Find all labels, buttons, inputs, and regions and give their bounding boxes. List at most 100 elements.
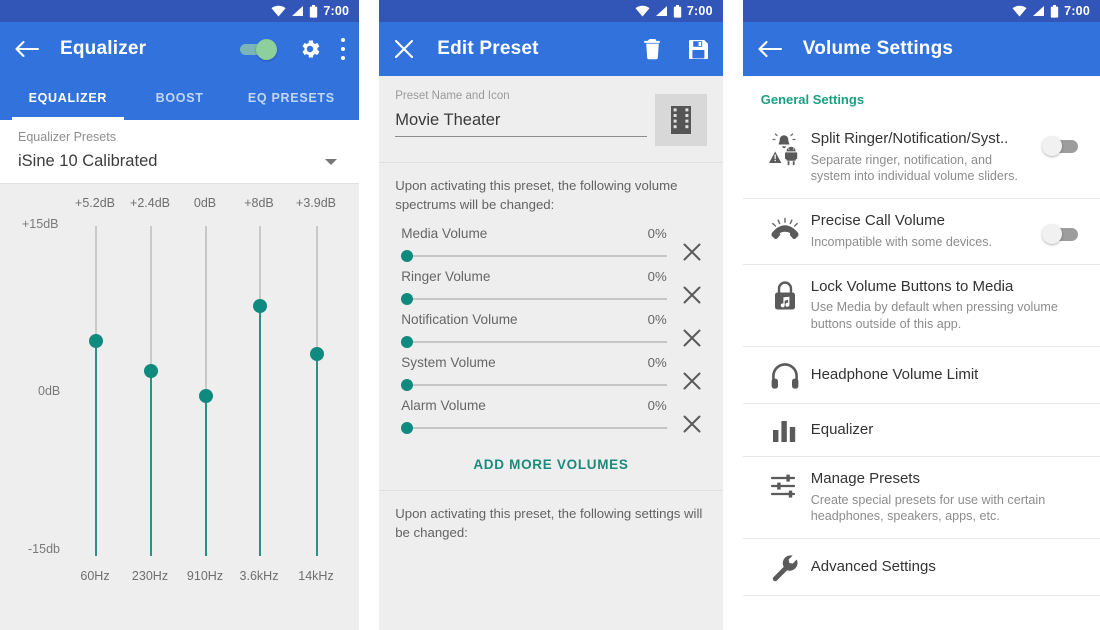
add-more-volumes-button[interactable]: ADD MORE VOLUMES [379,441,723,491]
app-bar-equalizer: Equalizer [0,22,360,76]
app-bar-volume-settings: Volume Settings [742,22,1100,76]
slider-thumb[interactable] [199,389,213,403]
status-bar-1: 7:00 [0,0,360,22]
close-icon[interactable] [393,38,415,60]
slider-track [401,298,667,301]
status-bar-3: 7:00 [742,0,1100,22]
slider-thumb[interactable] [401,336,414,349]
tab-bar: EQUALIZER BOOST EQ PRESETS [0,76,360,120]
volume-main: Media Volume 0% [401,226,675,263]
volume-label: System Volume [401,355,496,371]
volume-row-media: Media Volume 0% [379,222,723,265]
chevron-down-icon[interactable] [325,158,338,165]
slider-thumb[interactable] [253,299,267,313]
slider-fill [316,354,318,556]
tab-boost[interactable]: BOOST [124,76,236,120]
app-bar-edit-preset: Edit Preset [379,22,723,76]
equalizer-power-toggle[interactable] [238,38,282,60]
volume-main: Ringer Volume 0% [401,269,675,306]
screenshot-root: 7:00 Equalizer EQUALIZER BOOST EQ PRESET… [0,0,1100,630]
tab-equalizer[interactable]: EQUALIZER [12,76,124,120]
volume-slider[interactable] [401,292,667,306]
sliders-icon [759,470,811,500]
panel-gap-2 [722,0,743,630]
slider-thumb[interactable] [310,347,324,361]
remove-volume-icon[interactable] [675,226,709,262]
volume-header: Alarm Volume 0% [401,398,675,413]
settings-change-description: Upon activating this preset, the followi… [379,491,723,553]
save-icon[interactable] [688,39,709,60]
status-time: 7:00 [686,3,713,18]
slider-track [401,427,667,430]
headphones-icon [759,360,811,390]
trash-icon[interactable] [643,38,662,60]
panel-gap-1 [359,0,380,630]
volume-slider[interactable] [401,378,667,392]
volume-percent: 0% [647,355,667,371]
preset-selector-row[interactable]: iSine 10 Calibrated [18,152,341,171]
remove-volume-icon[interactable] [675,269,709,305]
equalizer-chart: +5.2dB +2.4dB 0dB +8dB +3.9dB +15dB 0dB … [0,184,360,628]
settings-list: General Settings Split Ringer/Notificati… [742,76,1100,630]
split-ringer-toggle[interactable] [1040,136,1082,156]
page-title: Volume Settings [802,38,954,59]
setting-subtitle: Incompatible with some devices. [810,234,993,249]
setting-text: Manage Presets Create special presets fo… [811,470,1086,525]
setting-title: Manage Presets [810,469,920,487]
preset-selector-label: Equalizer Presets [18,130,116,144]
slider-fill [205,396,207,556]
freq-label-60hz: 60Hz [80,569,110,583]
film-strip-icon[interactable] [654,94,707,146]
back-arrow-icon[interactable] [757,36,783,62]
band-value-230hz: +2.4dB [130,196,170,210]
slider-thumb[interactable] [401,379,414,392]
remove-volume-icon[interactable] [675,355,709,391]
gear-icon[interactable] [298,37,322,61]
divider [742,595,1100,597]
slider-thumb[interactable] [401,250,414,263]
slider-thumb[interactable] [401,422,414,435]
setting-title: Precise Call Volume [810,212,945,230]
back-arrow-icon[interactable] [14,36,40,62]
setting-equalizer[interactable]: Equalizer [743,404,1100,456]
freq-label-230hz: 230Hz [131,569,169,583]
kebab-menu-icon[interactable] [340,38,345,60]
battery-icon [309,4,318,18]
status-time: 7:00 [323,3,350,18]
setting-manage-presets[interactable]: Manage Presets Create special presets fo… [743,457,1100,538]
panel-edit-preset: 7:00 Edit Preset Preset Name and Icon Mo… [379,0,723,630]
remove-volume-icon[interactable] [675,398,709,434]
precise-call-volume-toggle[interactable] [1040,224,1082,245]
volume-slider[interactable] [401,335,667,349]
setting-precise-call-volume[interactable]: Precise Call Volume Incompatible with so… [743,199,1100,263]
volume-percent: 0% [647,398,667,414]
preset-name-input[interactable]: Movie Theater [395,111,648,137]
preset-name-block: Preset Name and Icon Movie Theater [379,76,723,162]
setting-headphone-volume-limit[interactable]: Headphone Volume Limit [743,347,1100,403]
volume-slider[interactable] [401,421,667,435]
setting-text: Equalizer [811,421,1086,440]
setting-subtitle: Separate ringer, notification, and syste… [810,152,1018,184]
slider-thumb[interactable] [401,293,414,306]
split-ringer-icon [759,130,811,166]
toggle-thumb [256,39,278,60]
volume-main: System Volume 0% [401,355,675,392]
volume-label: Notification Volume [401,312,518,328]
setting-subtitle: Create special presets for use with cert… [810,492,1046,524]
setting-subtitle: Use Media by default when pressing volum… [810,300,1058,332]
setting-advanced-settings[interactable]: Advanced Settings [743,539,1100,595]
volume-slider[interactable] [401,249,667,263]
setting-split-ringer[interactable]: Split Ringer/Notification/Syst.. Separat… [743,117,1100,198]
tab-eq-presets[interactable]: EQ PRESETS [235,76,347,120]
remove-volume-icon[interactable] [675,312,709,348]
volume-row-notification: Notification Volume 0% [379,308,723,351]
slider-thumb[interactable] [144,364,158,378]
volume-main: Notification Volume 0% [401,312,675,349]
wifi-icon [635,5,650,17]
preset-selector[interactable]: Equalizer Presets iSine 10 Calibrated [0,120,360,183]
volume-row-alarm: Alarm Volume 0% [379,394,723,437]
panel-volume-settings: 7:00 Volume Settings General Settings Sp… [742,0,1100,630]
setting-lock-volume-buttons[interactable]: Lock Volume Buttons to Media Use Media b… [743,265,1100,346]
setting-text: Lock Volume Buttons to Media Use Media b… [811,278,1086,333]
slider-thumb[interactable] [89,334,103,348]
